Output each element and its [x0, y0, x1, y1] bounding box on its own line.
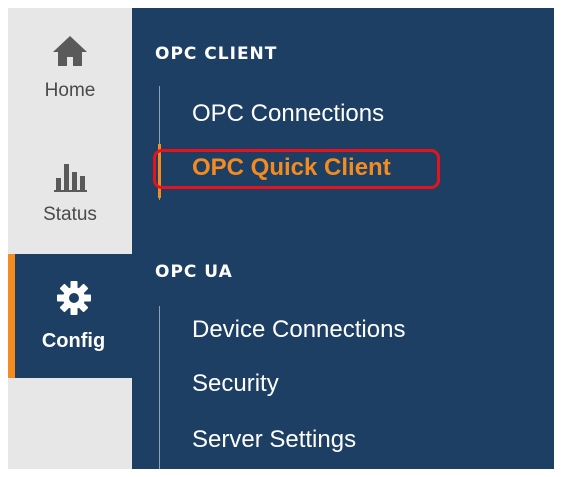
- nav-link-security[interactable]: Security: [192, 370, 279, 398]
- rail-item-home[interactable]: Home: [8, 28, 132, 132]
- nav-link-device-connections[interactable]: Device Connections: [192, 316, 405, 344]
- highlight-box: [153, 149, 440, 189]
- section-title-opc-client: OPC CLIENT: [155, 44, 278, 64]
- gear-icon: [56, 281, 91, 315]
- nav-panel: OPC CLIENT OPC Connections OPC Quick Cli…: [132, 8, 554, 469]
- rail-label-home: Home: [44, 80, 96, 101]
- nav-link-server-settings[interactable]: Server Settings: [192, 426, 356, 454]
- rail-item-config[interactable]: Config: [8, 254, 132, 378]
- home-icon: [53, 36, 87, 66]
- nav-link-opc-connections[interactable]: OPC Connections: [192, 100, 384, 128]
- rail-label-config: Config: [41, 330, 106, 352]
- rail-label-status: Status: [43, 204, 97, 225]
- app-frame: Home Status Config OPC CLIENT OPC Connec…: [8, 8, 554, 469]
- rail-item-status[interactable]: Status: [8, 152, 132, 256]
- section-title-opc-ua: OPC UA: [155, 262, 233, 282]
- bar-chart-icon: [54, 164, 87, 192]
- section-divider-opc-ua: [159, 306, 160, 469]
- icon-rail: Home Status Config: [8, 8, 132, 469]
